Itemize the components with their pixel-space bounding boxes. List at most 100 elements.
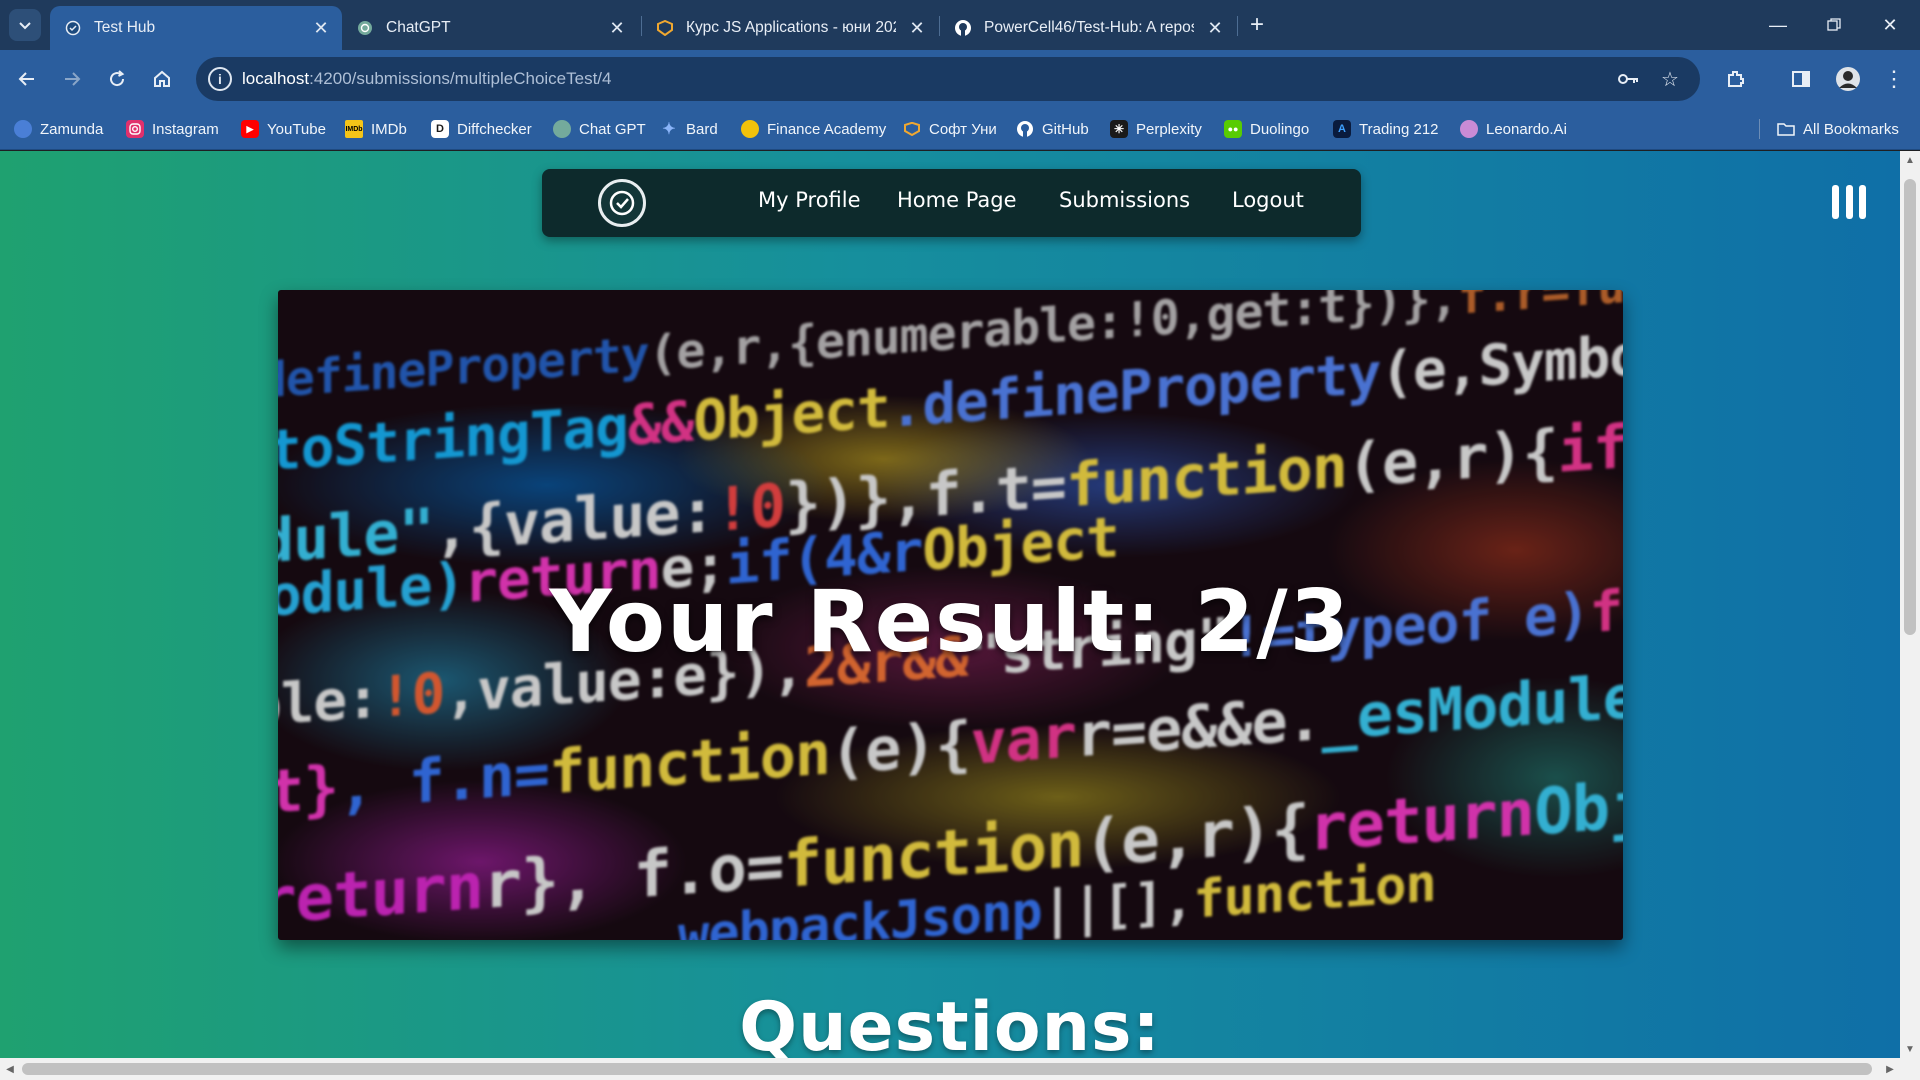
tab-chatgpt[interactable]: ChatGPT ✕ <box>342 6 638 50</box>
tab-title: PowerCell46/Test-Hub: A reposi <box>984 19 1194 36</box>
forward-button[interactable] <box>56 63 88 95</box>
reload-icon <box>110 70 125 87</box>
avatar-icon <box>1836 67 1860 91</box>
scroll-down-arrow-icon[interactable]: ▼ <box>1900 1040 1920 1058</box>
bookmark-label: Diffchecker <box>457 120 532 138</box>
questions-heading: Questions: <box>739 988 1161 1058</box>
scroll-up-arrow-icon[interactable]: ▲ <box>1900 151 1920 169</box>
home-button[interactable] <box>146 63 178 95</box>
bookmarks-separator <box>1759 119 1760 139</box>
bookmark-leonardo-ai[interactable]: Leonardo.Ai <box>1460 108 1567 150</box>
bookmark-trading-212[interactable]: A Trading 212 <box>1333 108 1439 150</box>
reload-button[interactable] <box>101 63 133 95</box>
close-icon: ✕ <box>1882 14 1898 35</box>
hamburger-menu-button[interactable] <box>1832 185 1866 219</box>
bookmark-bard[interactable]: ✦ Bard <box>660 108 718 150</box>
scroll-right-arrow-icon[interactable]: ▶ <box>1880 1058 1900 1080</box>
softuni-favicon-icon <box>656 19 674 37</box>
tab-test-hub[interactable]: Test Hub ✕ <box>50 6 342 50</box>
bookmark-label: Bard <box>686 120 718 138</box>
tab-separator <box>1237 16 1238 36</box>
chatgpt-icon <box>553 120 571 138</box>
horizontal-scrollbar[interactable]: ◀ ▶ <box>0 1058 1920 1080</box>
side-panel-button[interactable] <box>1785 63 1817 95</box>
close-window-button[interactable]: ✕ <box>1862 0 1918 50</box>
close-tab-icon[interactable]: ✕ <box>606 17 628 39</box>
bookmark-finance-academy[interactable]: Finance Academy <box>741 108 886 150</box>
vertical-scroll-thumb[interactable] <box>1904 179 1916 635</box>
close-tab-icon[interactable]: ✕ <box>1204 17 1226 39</box>
nav-home-page[interactable]: Home Page <box>897 188 1017 212</box>
browser-menu-button[interactable]: ⋮ <box>1878 63 1910 95</box>
perplexity-icon: ✳ <box>1110 120 1128 138</box>
bookmark-perplexity[interactable]: ✳ Perplexity <box>1110 108 1202 150</box>
site-info-icon[interactable]: i <box>208 67 232 91</box>
bookmark-label: Instagram <box>152 120 219 138</box>
bookmark-softuni[interactable]: Софт Уни <box>903 108 997 150</box>
bookmark-label: Софт Уни <box>929 120 997 138</box>
page-content: My Profile Home Page Submissions Logout … <box>0 151 1900 1058</box>
duolingo-icon: ●● <box>1224 120 1242 138</box>
more-vert-icon: ⋮ <box>1883 66 1905 91</box>
puzzle-icon <box>1728 71 1744 87</box>
tab-strip: Test Hub ✕ ChatGPT ✕ Курс JS Application… <box>0 0 1920 50</box>
bookmark-youtube[interactable]: ▶ YouTube <box>241 108 326 150</box>
result-hero-banner: defineProperty(e,r,{enumerable:!0,get:t}… <box>278 290 1623 940</box>
bookmark-instagram[interactable]: Instagram <box>126 108 219 150</box>
finance-academy-icon <box>741 120 759 138</box>
softuni-icon <box>903 120 921 138</box>
site-logo-icon[interactable] <box>598 179 646 227</box>
scroll-left-arrow-icon[interactable]: ◀ <box>0 1058 20 1080</box>
all-bookmarks-button[interactable]: All Bookmarks <box>1777 108 1899 150</box>
bookmark-label: Perplexity <box>1136 120 1202 138</box>
extensions-button[interactable] <box>1720 63 1752 95</box>
home-icon <box>154 70 170 87</box>
tab-js-course[interactable]: Курс JS Applications - юни 202 ✕ <box>642 6 938 50</box>
plus-icon: + <box>1249 11 1264 38</box>
restore-icon <box>1827 18 1841 31</box>
vertical-scrollbar[interactable]: ▲ ▼ <box>1900 151 1920 1058</box>
menu-bar-icon <box>1859 185 1866 219</box>
bookmark-diffchecker[interactable]: D Diffchecker <box>431 108 532 150</box>
horizontal-scroll-thumb[interactable] <box>22 1063 1872 1075</box>
bookmark-label: IMDb <box>371 120 407 138</box>
restore-button[interactable] <box>1806 0 1862 50</box>
site-navbar: My Profile Home Page Submissions Logout <box>542 169 1361 237</box>
bookmark-label: Zamunda <box>40 120 104 138</box>
nav-logout[interactable]: Logout <box>1232 188 1304 212</box>
address-bar[interactable]: i localhost:4200/submissions/multipleCho… <box>196 57 1700 101</box>
tab-github[interactable]: PowerCell46/Test-Hub: A reposi ✕ <box>940 6 1236 50</box>
minimize-button[interactable]: — <box>1750 0 1806 50</box>
close-tab-icon[interactable]: ✕ <box>310 17 332 39</box>
instagram-icon <box>126 120 144 138</box>
bookmark-label: Duolingo <box>1250 120 1310 138</box>
bookmark-star-icon[interactable]: ☆ <box>1657 67 1683 91</box>
diffchecker-icon: D <box>431 120 449 138</box>
tab-title: ChatGPT <box>386 19 451 36</box>
bookmark-label: All Bookmarks <box>1803 120 1899 138</box>
key-icon[interactable] <box>1616 67 1642 91</box>
nav-submissions[interactable]: Submissions <box>1059 188 1190 212</box>
minimize-icon: — <box>1769 14 1787 35</box>
bookmark-label: GitHub <box>1042 120 1089 138</box>
bookmark-chat-gpt[interactable]: Chat GPT <box>553 108 646 150</box>
arrow-right-icon <box>65 72 81 86</box>
bookmark-duolingo[interactable]: ●● Duolingo <box>1224 108 1309 150</box>
tab-title: Test Hub <box>94 19 156 36</box>
tab-search-button[interactable] <box>9 9 41 41</box>
chevron-down-icon <box>19 22 31 30</box>
new-tab-button[interactable]: + <box>1244 11 1270 38</box>
menu-bar-icon <box>1845 185 1853 219</box>
bookmark-label: YouTube <box>267 120 326 138</box>
nav-my-profile[interactable]: My Profile <box>758 188 861 212</box>
close-tab-icon[interactable]: ✕ <box>906 17 928 39</box>
arrow-left-icon <box>18 72 34 86</box>
bookmark-github[interactable]: GitHub <box>1016 108 1089 150</box>
bookmark-zamunda[interactable]: Zamunda <box>14 108 103 150</box>
back-button[interactable] <box>11 63 43 95</box>
bookmark-label: Finance Academy <box>767 120 887 138</box>
profile-avatar[interactable] <box>1832 63 1864 95</box>
bookmark-imdb[interactable]: IMDb IMDb <box>345 108 407 150</box>
youtube-icon: ▶ <box>241 120 259 138</box>
imdb-icon: IMDb <box>345 120 363 138</box>
